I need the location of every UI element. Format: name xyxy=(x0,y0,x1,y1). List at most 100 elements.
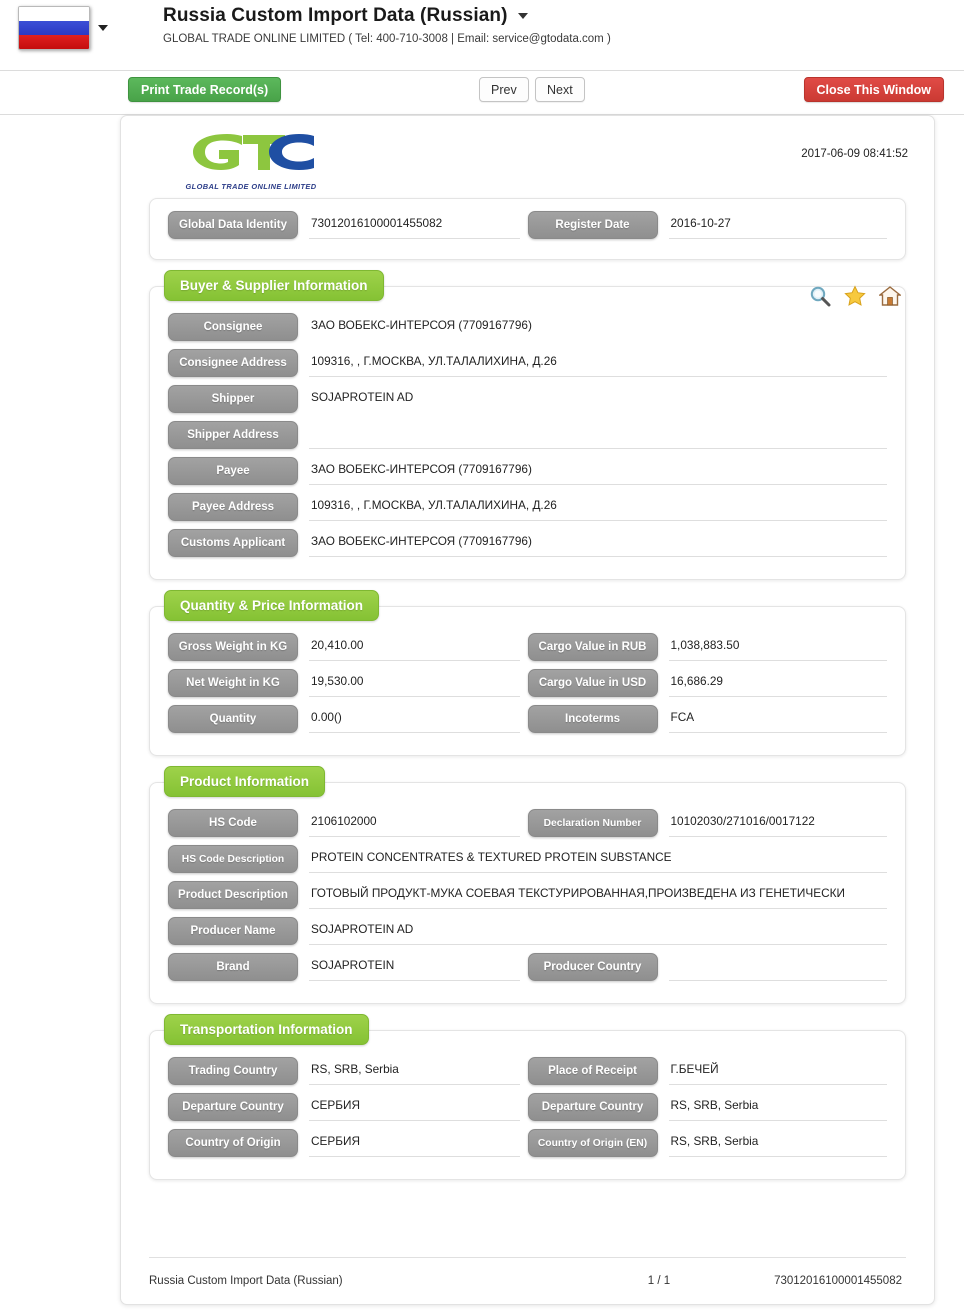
star-icon[interactable] xyxy=(844,285,866,307)
cargo-value-usd-value: 16,686.29 xyxy=(668,669,887,697)
field-row: Quantity 0.00() Incoterms FCA xyxy=(168,705,887,733)
page-title-text: Russia Custom Import Data (Russian) xyxy=(163,5,508,26)
cargo-value-rub-label: Cargo Value in RUB xyxy=(527,633,658,661)
field-row: Product Description ГОТОВЫЙ ПРОДУКТ-МУКА… xyxy=(168,881,887,909)
gto-logo-mark xyxy=(193,134,314,170)
producer-name-label: Producer Name xyxy=(168,917,298,945)
customs-applicant-label: Customs Applicant xyxy=(168,529,298,557)
net-weight-label: Net Weight in KG xyxy=(168,669,298,697)
header-title-block: Russia Custom Import Data (Russian) GLOB… xyxy=(163,5,611,45)
print-trade-records-button[interactable]: Print Trade Record(s) xyxy=(128,77,282,102)
departure-country-value: СЕРБИЯ xyxy=(309,1093,520,1121)
next-button[interactable]: Next xyxy=(535,77,585,102)
hs-code-label: HS Code xyxy=(168,809,298,837)
departure-country-label: Departure Country xyxy=(168,1093,298,1121)
field-row: Shipper SOJAPROTEIN AD xyxy=(168,385,887,413)
transportation-section-title: Transportation Information xyxy=(164,1014,369,1045)
field-row: Net Weight in KG 19,530.00 Cargo Value i… xyxy=(168,669,887,697)
cargo-value-rub-value: 1,038,883.50 xyxy=(668,633,887,661)
field-row: Brand SOJAPROTEIN Producer Country xyxy=(168,953,887,981)
buyer-supplier-section-title: Buyer & Supplier Information xyxy=(164,270,384,301)
company-contact-line: GLOBAL TRADE ONLINE LIMITED ( Tel: 400-7… xyxy=(163,33,611,45)
producer-country-label: Producer Country xyxy=(527,953,658,981)
identity-card: Global Data Identity 7301201610000145508… xyxy=(149,198,906,260)
quantity-price-section: Quantity & Price Information Gross Weigh… xyxy=(149,590,906,756)
buyer-supplier-rows: Consignee ЗАО ВОБЕКС-ИНТЕРСОЯ (770916779… xyxy=(168,313,887,557)
register-date-field: Register Date 2016-10-27 xyxy=(527,211,887,239)
payee-value: ЗАО ВОБЕКС-ИНТЕРСОЯ (7709167796) xyxy=(309,457,887,485)
producer-country-value xyxy=(668,953,887,981)
place-of-receipt-label: Place of Receipt xyxy=(527,1057,658,1085)
country-selector[interactable] xyxy=(18,6,108,50)
sheet-header: GLOBAL TRADE ONLINE LIMITED 2017-06-09 0… xyxy=(121,116,934,198)
russia-flag-icon[interactable] xyxy=(18,6,90,50)
field-row: Producer Name SOJAPROTEIN AD xyxy=(168,917,887,945)
shipper-label: Shipper xyxy=(168,385,298,413)
field-row: Payee Address 109316, , Г.МОСКВА, УЛ.ТАЛ… xyxy=(168,493,887,521)
hs-code-value: 2106102000 xyxy=(309,809,520,837)
consignee-address-value: 109316, , Г.МОСКВА, УЛ.ТАЛАЛИХИНА, Д.26 xyxy=(309,349,887,377)
shipper-value: SOJAPROTEIN AD xyxy=(311,390,414,404)
trade-record-sheet: GLOBAL TRADE ONLINE LIMITED 2017-06-09 0… xyxy=(120,115,935,1305)
shipper-address-label: Shipper Address xyxy=(168,421,298,449)
field-row: Consignee Address 109316, , Г.МОСКВА, УЛ… xyxy=(168,349,887,377)
consignee-label: Consignee xyxy=(168,313,298,341)
field-row: Trading Country RS, SRB, Serbia Place of… xyxy=(168,1057,887,1085)
footer-page-number: 1 / 1 xyxy=(647,1275,671,1287)
toolbar: Print Trade Record(s) Prev Next Close Th… xyxy=(0,71,964,115)
gto-logo-caption: GLOBAL TRADE ONLINE LIMITED xyxy=(185,182,317,191)
field-row: Customs Applicant ЗАО ВОБЕКС-ИНТЕРСОЯ (7… xyxy=(168,529,887,557)
field-row: Departure Country СЕРБИЯ Departure Count… xyxy=(168,1093,887,1121)
payee-label: Payee xyxy=(168,457,298,485)
payee-address-label: Payee Address xyxy=(168,493,298,521)
country-of-origin-label: Country of Origin xyxy=(168,1129,298,1157)
register-date-label: Register Date xyxy=(527,211,658,239)
field-row: Consignee ЗАО ВОБЕКС-ИНТЕРСОЯ (770916779… xyxy=(168,313,887,341)
consignee-address-label: Consignee Address xyxy=(168,349,298,377)
field-row: HS Code Description PROTEIN CONCENTRATES… xyxy=(168,845,887,873)
product-information-section-title: Product Information xyxy=(164,766,325,797)
global-data-identity-label: Global Data Identity xyxy=(168,211,298,239)
brand-label: Brand xyxy=(168,953,298,981)
hs-code-description-label: HS Code Description xyxy=(168,845,298,873)
field-row: Gross Weight in KG 20,410.00 Cargo Value… xyxy=(168,633,887,661)
identity-row: Global Data Identity 7301201610000145508… xyxy=(168,211,887,239)
sheet-footer: Russia Custom Import Data (Russian) 1 / … xyxy=(149,1257,906,1304)
brand-value: SOJAPROTEIN xyxy=(309,953,520,981)
incoterms-label: Incoterms xyxy=(527,705,658,733)
generated-timestamp: 2017-06-09 08:41:52 xyxy=(801,148,908,160)
declaration-number-label: Declaration Number xyxy=(527,809,658,837)
field-row: HS Code 2106102000 Declaration Number 10… xyxy=(168,809,887,837)
page-title: Russia Custom Import Data (Russian) xyxy=(163,5,611,27)
cargo-value-usd-label: Cargo Value in USD xyxy=(527,669,658,697)
producer-name-value: SOJAPROTEIN AD xyxy=(309,917,887,945)
payee-address-value: 109316, , Г.МОСКВА, УЛ.ТАЛАЛИХИНА, Д.26 xyxy=(309,493,887,521)
buyer-supplier-section: Buyer & Supplier Information Consignee З… xyxy=(149,270,906,580)
footer-dataset-name: Russia Custom Import Data (Russian) xyxy=(149,1275,343,1287)
net-weight-value: 19,530.00 xyxy=(309,669,520,697)
incoterms-value: FCA xyxy=(668,705,887,733)
footer-record-id: 73012016100001455082 xyxy=(774,1275,902,1287)
country-of-origin-en-value: RS, SRB, Serbia xyxy=(668,1129,887,1157)
search-icon[interactable] xyxy=(809,285,831,307)
close-window-button[interactable]: Close This Window xyxy=(803,77,944,102)
gto-logo: GLOBAL TRADE ONLINE LIMITED xyxy=(181,128,321,191)
product-description-value: ГОТОВЫЙ ПРОДУКТ-МУКА СОЕВАЯ ТЕКСТУРИРОВА… xyxy=(309,881,887,909)
quantity-value: 0.00() xyxy=(309,705,520,733)
field-row: Shipper Address xyxy=(168,421,887,449)
place-of-receipt-value: Г.БЕЧЕЙ xyxy=(668,1057,887,1085)
home-icon[interactable] xyxy=(878,285,902,307)
declaration-number-value: 10102030/271016/0017122 xyxy=(668,809,887,837)
field-row: Payee ЗАО ВОБЕКС-ИНТЕРСОЯ (7709167796) xyxy=(168,457,887,485)
gross-weight-value: 20,410.00 xyxy=(309,633,520,661)
prev-button[interactable]: Prev xyxy=(479,77,529,102)
trading-country-label: Trading Country xyxy=(168,1057,298,1085)
hs-code-description-value: PROTEIN CONCENTRATES & TEXTURED PROTEIN … xyxy=(309,845,887,873)
record-action-icons xyxy=(809,285,902,307)
title-chevron-down-icon[interactable] xyxy=(517,13,528,19)
country-of-origin-value: СЕРБИЯ xyxy=(309,1129,520,1157)
consignee-value: ЗАО ВОБЕКС-ИНТЕРСОЯ (7709167796) xyxy=(311,318,532,332)
chevron-down-icon[interactable] xyxy=(98,25,108,31)
gross-weight-label: Gross Weight in KG xyxy=(168,633,298,661)
global-data-identity-field: Global Data Identity 7301201610000145508… xyxy=(168,211,528,239)
